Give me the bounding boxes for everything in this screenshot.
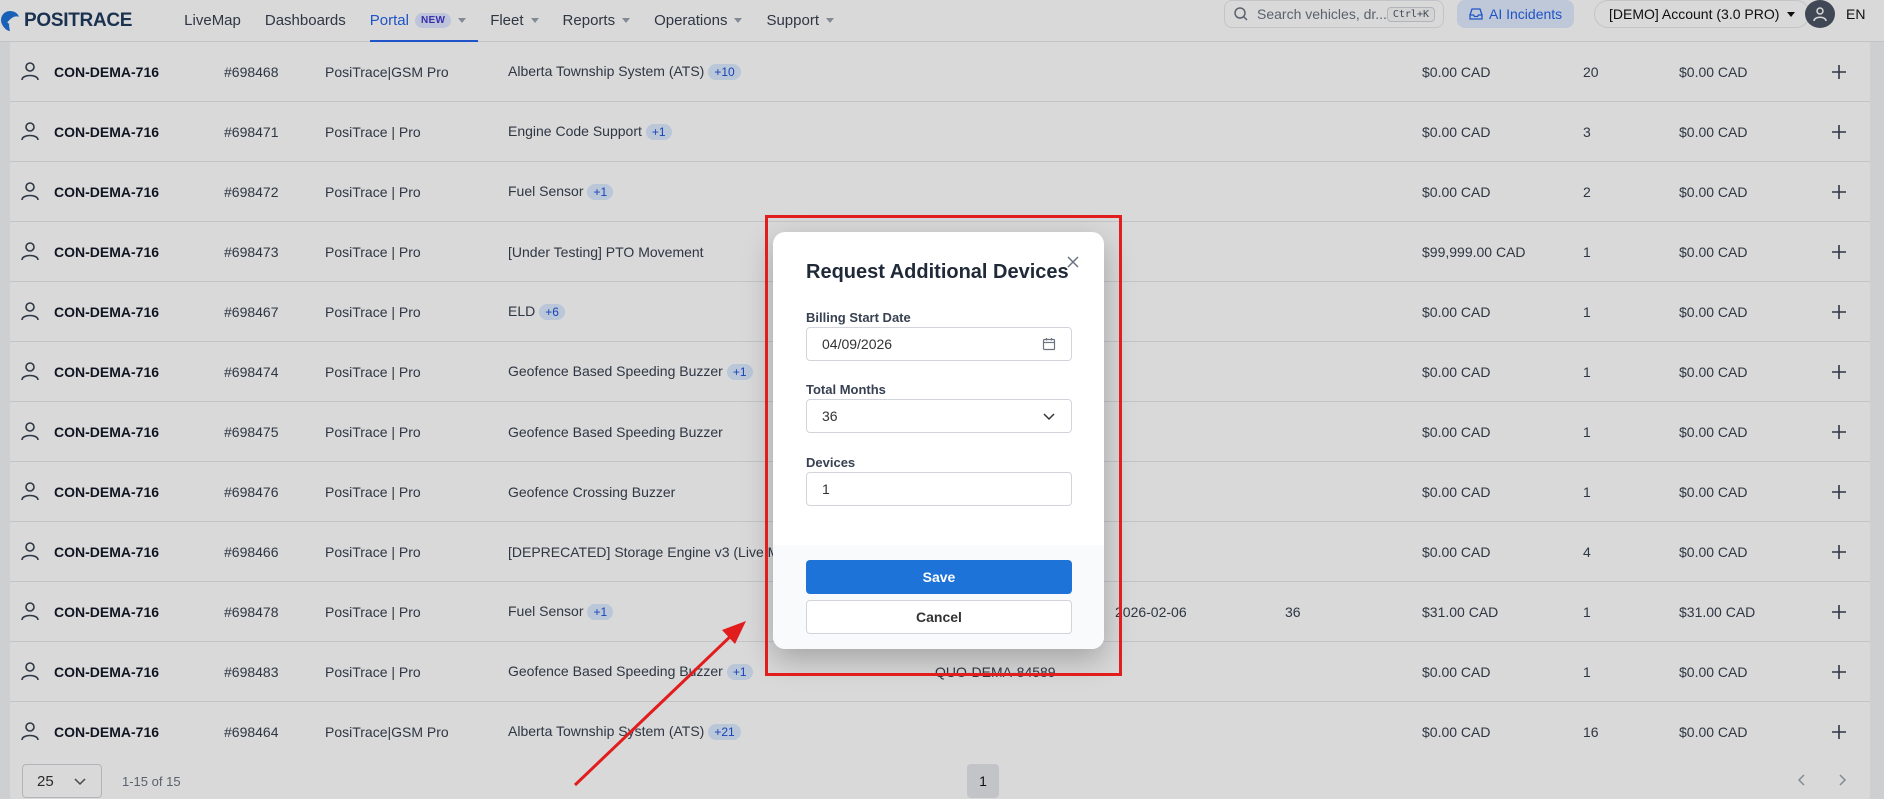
annotation-highlight-box xyxy=(765,215,1122,676)
